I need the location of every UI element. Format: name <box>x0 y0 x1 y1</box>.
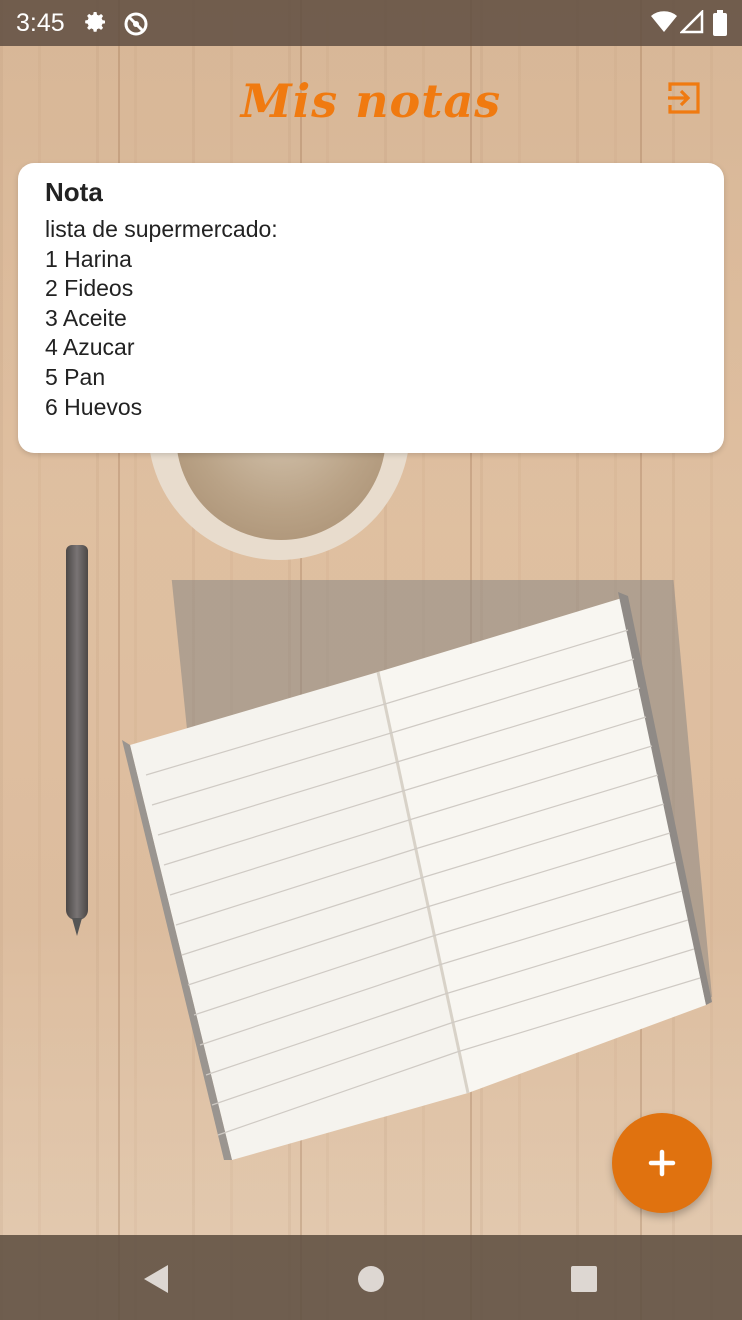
wifi-icon <box>650 10 678 39</box>
navigation-bar <box>0 1235 742 1320</box>
back-button[interactable] <box>142 1263 170 1300</box>
recents-button[interactable] <box>570 1263 598 1300</box>
notebook-image <box>122 580 712 1160</box>
plus-icon <box>648 1149 676 1177</box>
status-time: 3:45 <box>16 9 65 37</box>
recents-icon <box>571 1266 597 1292</box>
battery-icon <box>712 10 728 41</box>
home-icon <box>358 1266 384 1292</box>
app-title: Mis notas <box>240 74 502 128</box>
back-icon <box>144 1265 168 1293</box>
signal-icon <box>678 8 704 39</box>
gear-icon <box>84 10 108 39</box>
logout-icon <box>668 82 700 114</box>
home-button[interactable] <box>357 1263 385 1300</box>
add-note-button[interactable] <box>612 1113 712 1213</box>
note-body: lista de supermercado: 1 Harina 2 Fideos… <box>45 216 278 420</box>
note-title: Nota <box>45 177 103 207</box>
status-bar: 3:45 <box>0 0 742 46</box>
no-sync-icon <box>122 10 150 43</box>
note-card[interactable]: Nota lista de supermercado: 1 Harina 2 F… <box>18 163 724 453</box>
logout-button[interactable] <box>664 78 704 118</box>
